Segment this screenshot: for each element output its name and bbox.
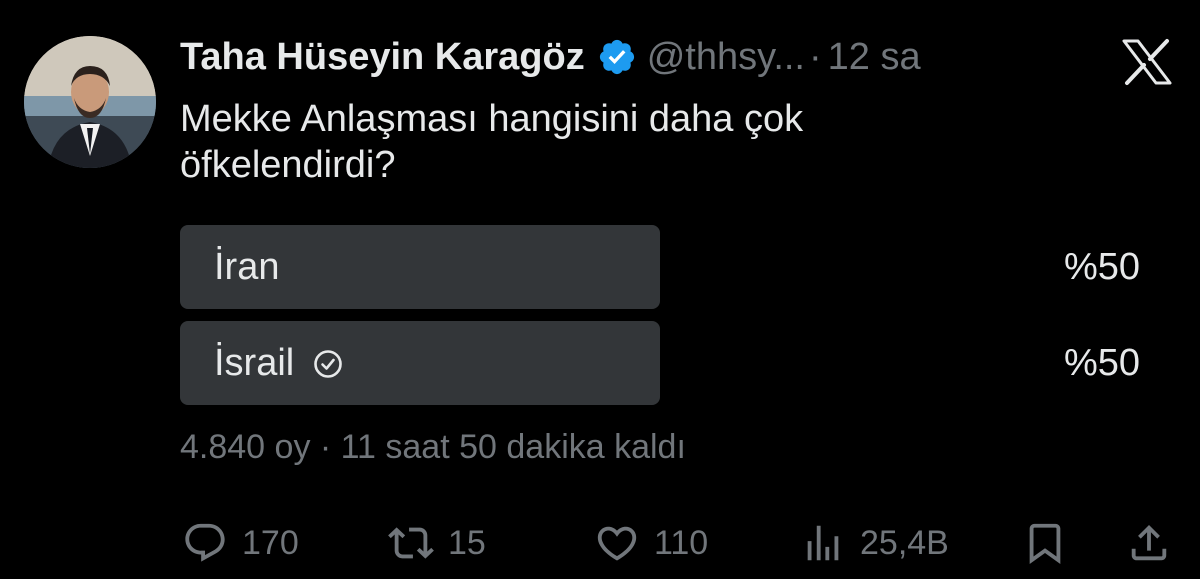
bookmark-icon — [1022, 520, 1068, 566]
poll-option-label: İsrail — [214, 321, 344, 405]
poll-option-label-text: İsrail — [214, 341, 295, 384]
poll-meta: 4.840 oy · 11 saat 50 dakika kaldı — [180, 428, 686, 466]
like-count: 110 — [654, 523, 709, 562]
author-handle[interactable]: @thhsy... — [647, 34, 805, 80]
header-separator: · — [809, 36, 822, 78]
retweet-icon — [388, 520, 434, 566]
author-name[interactable]: Taha Hüseyin Karagöz — [180, 34, 585, 80]
x-logo-icon[interactable] — [1120, 38, 1174, 86]
poll-option-label: İran — [214, 225, 279, 309]
avatar-photo — [24, 36, 156, 168]
bookmark-button[interactable] — [1022, 515, 1068, 571]
poll-option-label-text: İran — [214, 245, 280, 288]
poll-percent: %50 — [1063, 245, 1140, 288]
views-button[interactable]: 25,4B — [800, 515, 949, 571]
tweet-actions: 170 15 110 25,4B — [180, 515, 1180, 571]
reply-button[interactable]: 170 — [182, 515, 299, 571]
heart-icon — [594, 520, 640, 566]
share-icon — [1126, 520, 1172, 566]
views-count: 25,4B — [860, 523, 949, 562]
verified-badge-icon — [597, 37, 637, 77]
check-circle-icon — [312, 347, 344, 379]
tweet-timestamp[interactable]: 12 sa — [828, 34, 921, 80]
reply-count: 170 — [242, 523, 299, 562]
poll-percent: %50 — [1063, 341, 1140, 384]
retweet-count: 15 — [448, 523, 486, 562]
views-chart-icon — [800, 520, 846, 566]
poll-option-iran[interactable]: İran %50 — [180, 225, 1140, 309]
share-button[interactable] — [1126, 515, 1172, 571]
reply-icon — [182, 520, 228, 566]
retweet-button[interactable]: 15 — [388, 515, 486, 571]
tweet-text: Mekke Anlaşması hangisini daha çok öfkel… — [180, 98, 804, 186]
author-avatar[interactable] — [24, 36, 156, 168]
tweet-header: Taha Hüseyin Karagöz @thhsy... · 12 sa — [180, 34, 921, 80]
like-button[interactable]: 110 — [594, 515, 708, 571]
poll-option-israil[interactable]: İsrail %50 — [180, 321, 1140, 405]
